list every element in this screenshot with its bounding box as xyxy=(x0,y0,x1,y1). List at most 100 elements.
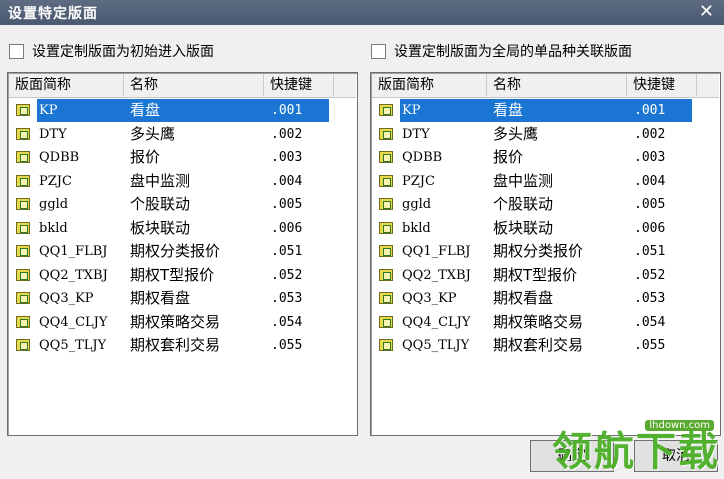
row-abbr: DTY xyxy=(39,126,67,142)
row-abbr: ggld xyxy=(39,197,69,212)
list-item[interactable]: ggld 个股联动 .005 xyxy=(372,193,719,217)
row-name: 期权T型报价 xyxy=(493,265,578,284)
list-item[interactable]: QQ3_KP 期权看盘 .053 xyxy=(372,287,719,311)
list-item[interactable]: QQ5_TLJY 期权套利交易 .055 xyxy=(9,334,356,358)
layout-icon xyxy=(379,292,393,304)
row-abbr: QQ4_CLJY xyxy=(39,314,108,330)
row-shortcut: .052 xyxy=(271,267,303,283)
layout-icon xyxy=(16,174,30,187)
row-shortcut: .005 xyxy=(271,197,303,212)
layout-icon xyxy=(16,245,30,257)
list-item[interactable]: QQ3_KP 期权看盘 .053 xyxy=(9,287,356,311)
row-name: 多头鹰 xyxy=(493,124,539,143)
row-abbr: QQ2_TXBJ xyxy=(39,267,108,283)
row-shortcut: .055 xyxy=(634,338,666,353)
column-header-name[interactable]: 名称 xyxy=(487,74,627,96)
row-name: 期权分类报价 xyxy=(130,242,221,260)
list-item[interactable]: QQ5_TLJY 期权套利交易 .055 xyxy=(372,334,719,358)
column-header-key[interactable]: 快捷键 xyxy=(627,74,697,96)
column-header-abbr[interactable]: 版面简称 xyxy=(372,74,487,96)
row-abbr: DTY xyxy=(402,126,430,142)
watermark-logo: 领航下载 xyxy=(552,429,720,475)
list-header: 版面简称 名称 快捷键 xyxy=(372,74,719,98)
list-item[interactable]: DTY 多头鹰 .002 xyxy=(9,123,356,147)
list-item[interactable]: QQ2_TXBJ 期权T型报价 .052 xyxy=(9,264,356,288)
layout-icon xyxy=(16,198,30,210)
row-name: 期权套利交易 xyxy=(493,336,584,354)
column-header-name[interactable]: 名称 xyxy=(124,74,264,96)
list-item[interactable]: bkld 板块联动 .006 xyxy=(372,217,719,241)
row-abbr: QDBB xyxy=(39,150,80,165)
row-abbr: QDBB xyxy=(402,150,443,165)
row-abbr: QQ1_FLBJ xyxy=(39,244,108,259)
layout-icon xyxy=(379,221,393,234)
dialog-body: 设置定制版面为初始进入版面 设置定制版面为全局的单品种关联版面 版面简称 名称 … xyxy=(0,25,724,479)
checkbox-box[interactable] xyxy=(371,43,386,59)
layout-icon xyxy=(16,292,30,304)
global-linked-layout-checkbox[interactable]: 设置定制版面为全局的单品种关联版面 xyxy=(371,41,632,61)
column-header-key[interactable]: 快捷键 xyxy=(264,74,334,96)
row-name: 个股联动 xyxy=(130,195,191,213)
list-rows: KP 看盘 .001 DTY 多头鹰 .002 QDBB 报价 .003 PZJC 盘中监测 .004… xyxy=(372,99,719,358)
row-name: 个股联动 xyxy=(493,195,554,213)
list-item[interactable]: QDBB 报价 .003 xyxy=(9,146,356,170)
list-item[interactable]: PZJC 盘中监测 .004 xyxy=(9,170,356,194)
list-item[interactable]: KP 看盘 .001 xyxy=(9,99,356,123)
row-shortcut: .051 xyxy=(634,244,666,259)
window-title: 设置特定版面 xyxy=(8,6,98,22)
list-item[interactable]: bkld 板块联动 .006 xyxy=(9,217,356,241)
layout-icon xyxy=(16,221,30,234)
list-item[interactable]: ggld 个股联动 .005 xyxy=(9,193,356,217)
row-abbr: KP xyxy=(402,103,421,118)
left-layout-list[interactable]: 版面简称 名称 快捷键 KP 看盘 .001 DTY 多头鹰 .002 QDBB 报价 .003… xyxy=(7,72,358,436)
layout-icon xyxy=(379,268,393,281)
row-shortcut: .006 xyxy=(634,220,666,236)
row-shortcut: .055 xyxy=(271,338,303,353)
column-header-abbr[interactable]: 版面简称 xyxy=(9,74,124,96)
list-header: 版面简称 名称 快捷键 xyxy=(9,74,356,98)
row-abbr: QQ3_KP xyxy=(39,291,94,306)
list-item[interactable]: QQ4_CLJY 期权策略交易 .054 xyxy=(9,311,356,335)
row-shortcut: .005 xyxy=(634,197,666,212)
checkbox-box[interactable] xyxy=(9,43,24,59)
right-layout-list[interactable]: 版面简称 名称 快捷键 KP 看盘 .001 DTY 多头鹰 .002 QDBB 报价 .003… xyxy=(370,72,721,436)
checkbox-label: 设置定制版面为全局的单品种关联版面 xyxy=(394,44,632,60)
row-abbr: QQ1_FLBJ xyxy=(402,244,471,259)
checkbox-label: 设置定制版面为初始进入版面 xyxy=(32,44,214,60)
close-icon[interactable]: ✕ xyxy=(699,1,714,22)
list-item[interactable]: KP 看盘 .001 xyxy=(372,99,719,123)
row-name: 期权策略交易 xyxy=(130,312,221,331)
row-abbr: QQ2_TXBJ xyxy=(402,267,471,283)
list-item[interactable]: QQ1_FLBJ 期权分类报价 .051 xyxy=(9,240,356,264)
row-shortcut: .003 xyxy=(271,150,303,165)
layout-icon xyxy=(16,151,30,163)
row-shortcut: .051 xyxy=(271,244,303,259)
list-item[interactable]: QQ4_CLJY 期权策略交易 .054 xyxy=(372,311,719,335)
row-name: 看盘 xyxy=(493,101,524,119)
row-name: 期权看盘 xyxy=(130,289,191,307)
row-shortcut: .002 xyxy=(634,126,666,142)
list-item[interactable]: QQ1_FLBJ 期权分类报价 .051 xyxy=(372,240,719,264)
layout-icon xyxy=(16,339,30,351)
row-shortcut: .006 xyxy=(271,220,303,236)
row-name: 板块联动 xyxy=(493,218,554,237)
list-item[interactable]: QQ2_TXBJ 期权T型报价 .052 xyxy=(372,264,719,288)
row-abbr: bkld xyxy=(402,220,431,236)
row-shortcut: .004 xyxy=(634,173,666,189)
row-shortcut: .003 xyxy=(634,150,666,165)
initial-layout-checkbox[interactable]: 设置定制版面为初始进入版面 xyxy=(9,41,214,61)
list-item[interactable]: PZJC 盘中监测 .004 xyxy=(372,170,719,194)
layout-icon xyxy=(16,315,30,328)
row-abbr: QQ3_KP xyxy=(402,291,457,306)
row-name: 期权看盘 xyxy=(493,289,554,307)
row-name: 盘中监测 xyxy=(493,171,554,190)
layout-icon xyxy=(379,127,393,140)
row-name: 看盘 xyxy=(130,101,161,119)
layout-icon xyxy=(379,174,393,187)
row-name: 期权套利交易 xyxy=(130,336,221,354)
row-name: 多头鹰 xyxy=(130,124,176,143)
list-item[interactable]: QDBB 报价 .003 xyxy=(372,146,719,170)
title-bar[interactable]: 设置特定版面 ✕ xyxy=(0,0,724,25)
row-abbr: PZJC xyxy=(39,173,72,189)
list-item[interactable]: DTY 多头鹰 .002 xyxy=(372,123,719,147)
